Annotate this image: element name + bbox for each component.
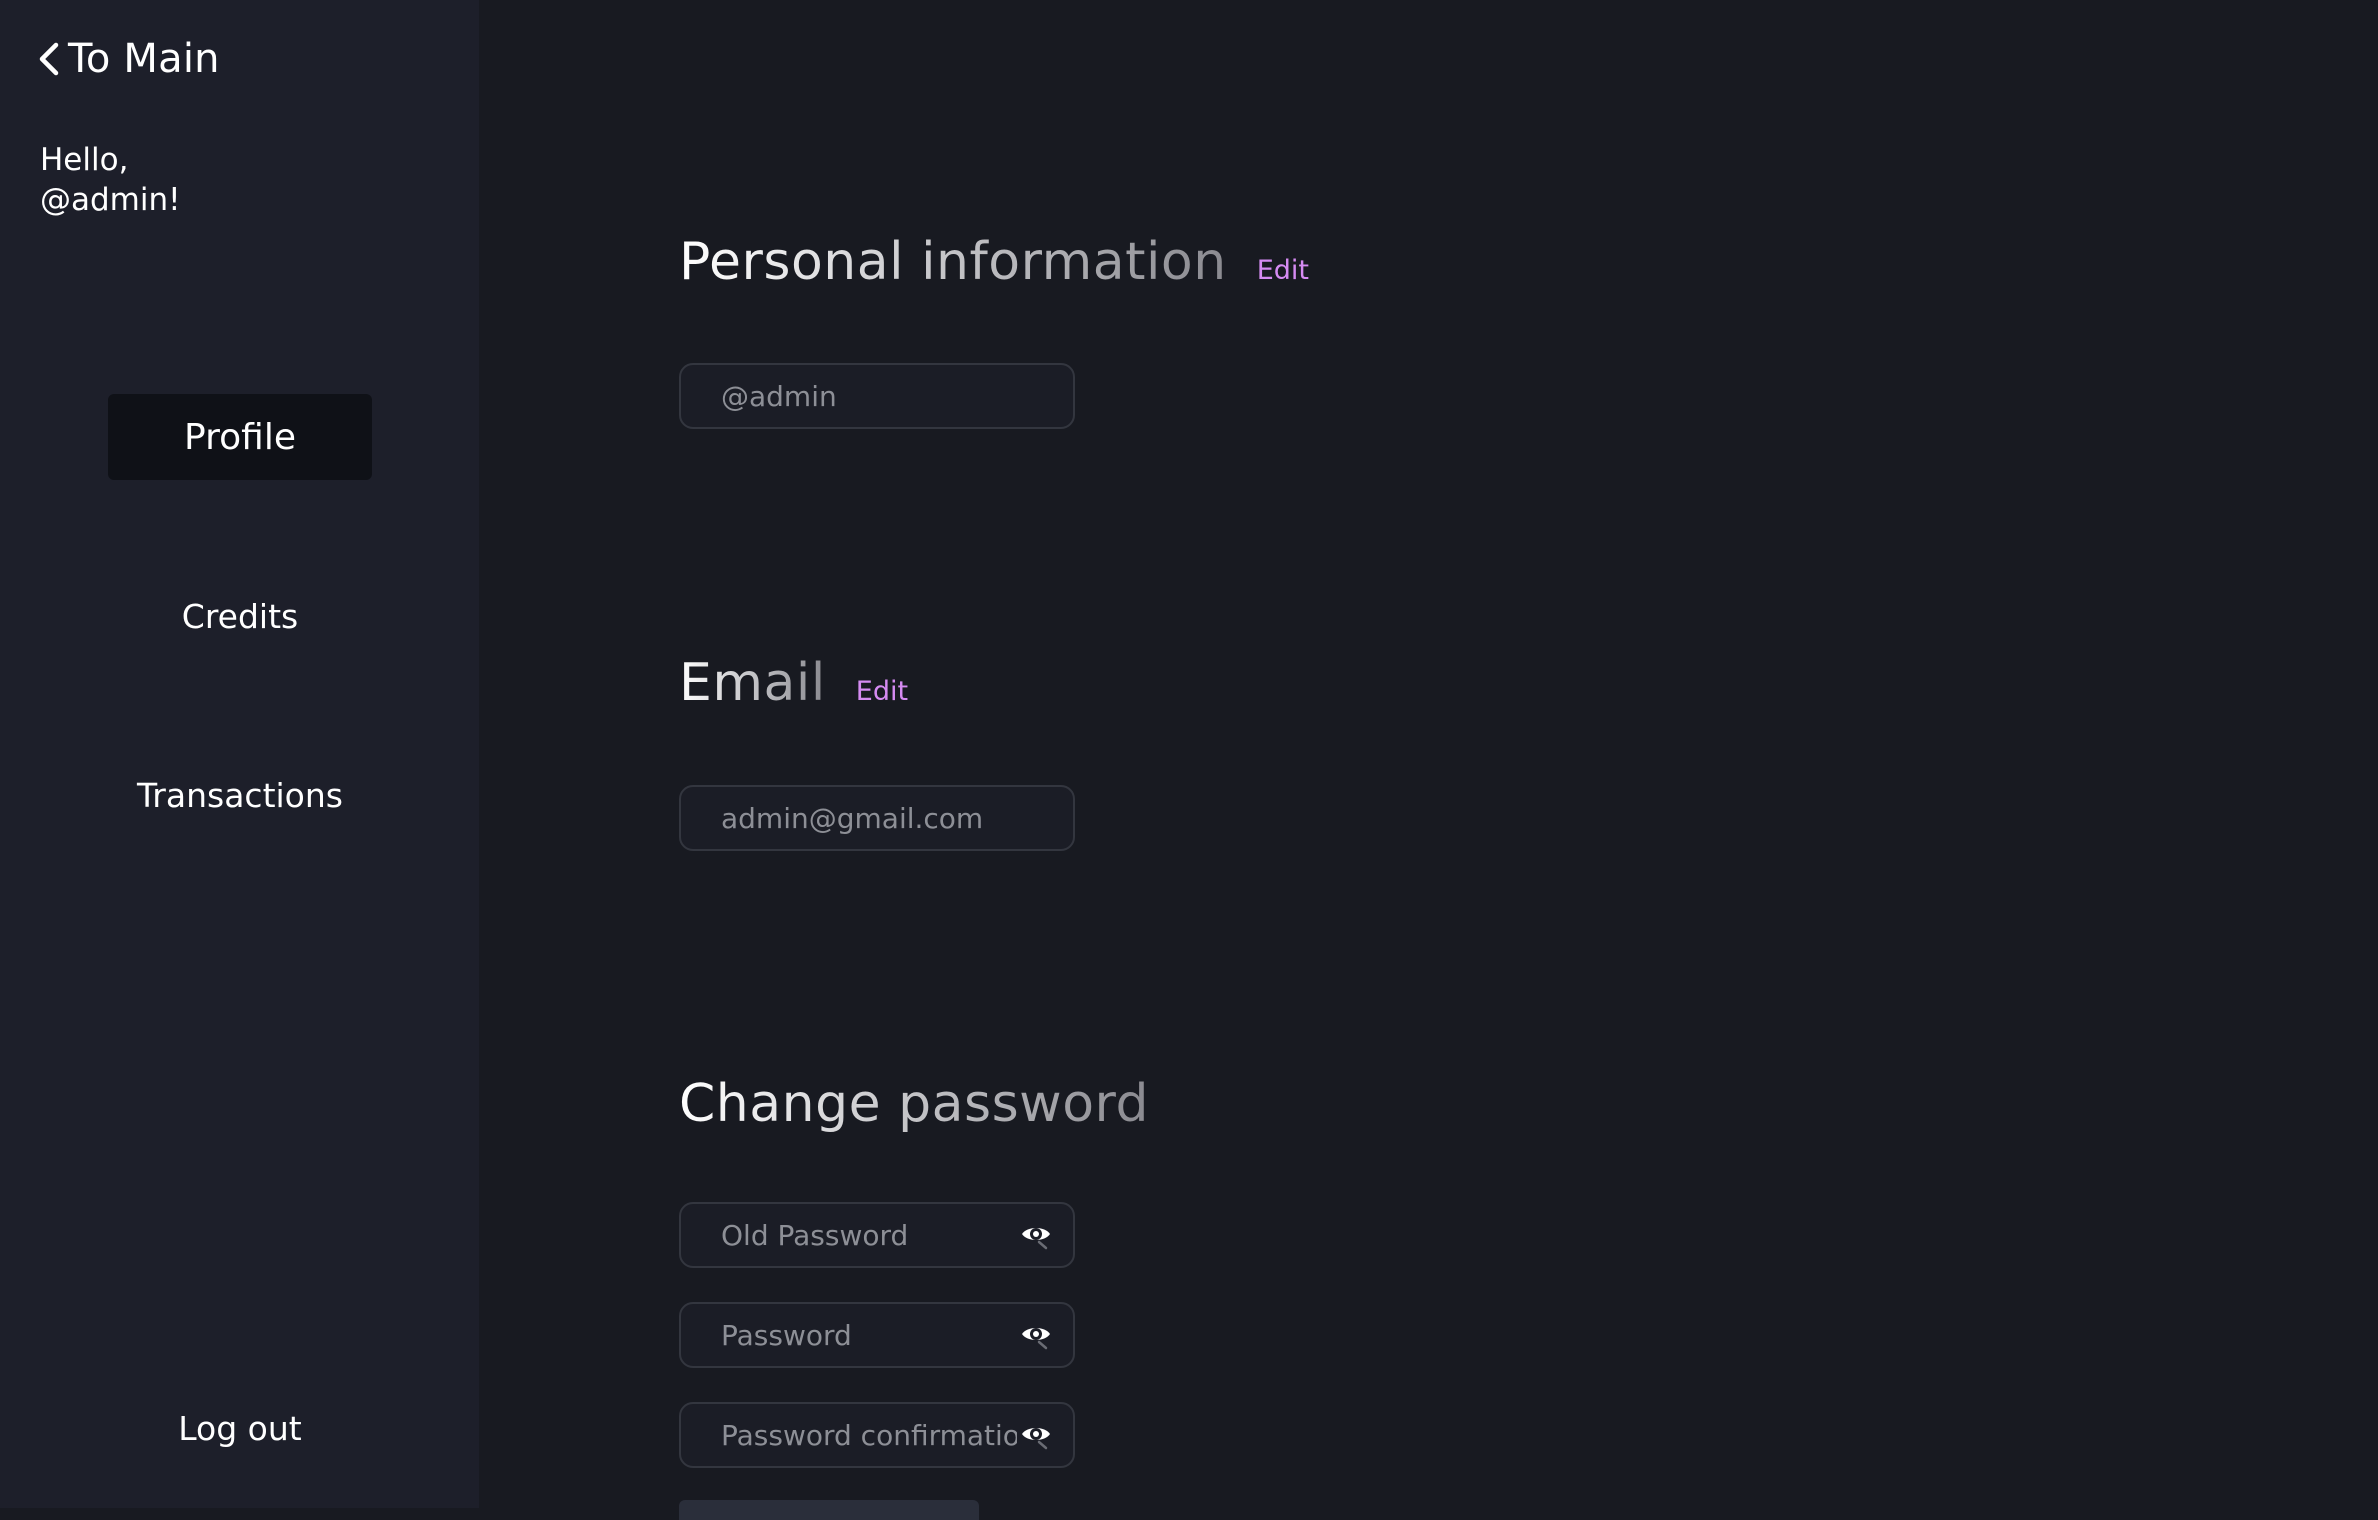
email-header: Email Edit [679, 653, 908, 713]
nav-item-label: Profile [184, 416, 296, 458]
email-input[interactable] [681, 800, 1073, 836]
logout-label: Log out [178, 1408, 302, 1448]
nav-item-label: Credits [181, 596, 299, 636]
change-password-header: Change password [679, 1074, 1149, 1134]
old-password-input[interactable] [681, 1217, 1019, 1253]
edit-email-link[interactable]: Edit [856, 676, 908, 707]
password-confirmation-input[interactable] [681, 1417, 1019, 1453]
profile-main: Personal information Edit Email Edit Cha… [479, 0, 2378, 1520]
change-password-submit-button[interactable] [679, 1500, 979, 1520]
sidebar: To Main Hello, @admin! Profile Credits T… [0, 0, 479, 1508]
logout-button[interactable]: Log out [108, 1385, 372, 1471]
user-greeting: Hello, @admin! [40, 140, 181, 220]
change-password-title: Change password [679, 1074, 1149, 1134]
password-confirmation-field[interactable] [679, 1402, 1075, 1468]
email-field[interactable] [679, 785, 1075, 851]
username-field[interactable] [679, 363, 1075, 429]
eye-icon[interactable] [1019, 1218, 1053, 1252]
nav-item-credits[interactable]: Credits [108, 573, 372, 659]
email-title: Email [679, 653, 826, 713]
eye-icon[interactable] [1019, 1418, 1053, 1452]
nav-item-label: Transactions [137, 775, 343, 815]
personal-info-header: Personal information Edit [679, 232, 1309, 292]
username-input[interactable] [681, 378, 1073, 414]
edit-personal-info-link[interactable]: Edit [1257, 255, 1309, 286]
new-password-input[interactable] [681, 1317, 1019, 1353]
eye-icon[interactable] [1019, 1318, 1053, 1352]
to-main-link[interactable]: To Main [36, 36, 220, 82]
nav-item-profile[interactable]: Profile [108, 394, 372, 480]
nav-item-transactions[interactable]: Transactions [108, 752, 372, 838]
greeting-line-1: Hello, [40, 142, 129, 178]
personal-info-title: Personal information [679, 232, 1227, 292]
old-password-field[interactable] [679, 1202, 1075, 1268]
to-main-label: To Main [68, 36, 220, 82]
chevron-left-icon [39, 42, 59, 76]
new-password-field[interactable] [679, 1302, 1075, 1368]
greeting-username: @admin! [40, 182, 181, 218]
